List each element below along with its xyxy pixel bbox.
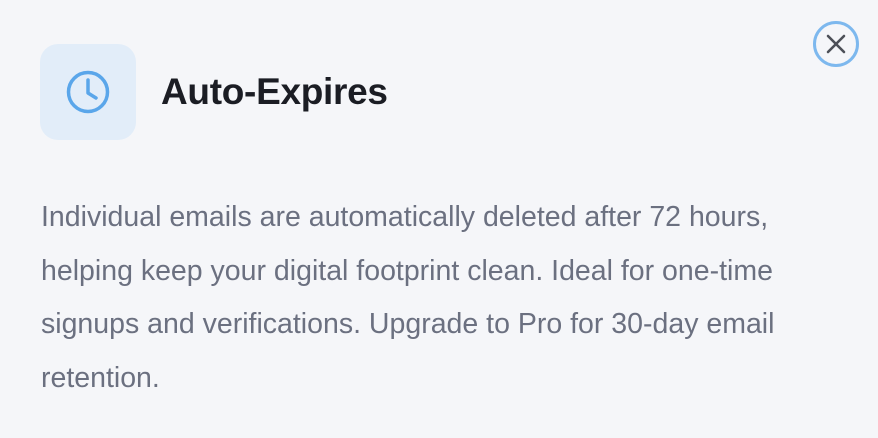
close-icon: [825, 33, 847, 55]
clock-icon: [65, 69, 111, 115]
close-button[interactable]: [813, 21, 859, 67]
feature-icon-tile: [40, 44, 136, 140]
card-title: Auto-Expires: [161, 71, 388, 112]
auto-expires-card: Auto-Expires Individual emails are autom…: [0, 0, 878, 438]
card-description: Individual emails are automatically dele…: [41, 201, 775, 394]
